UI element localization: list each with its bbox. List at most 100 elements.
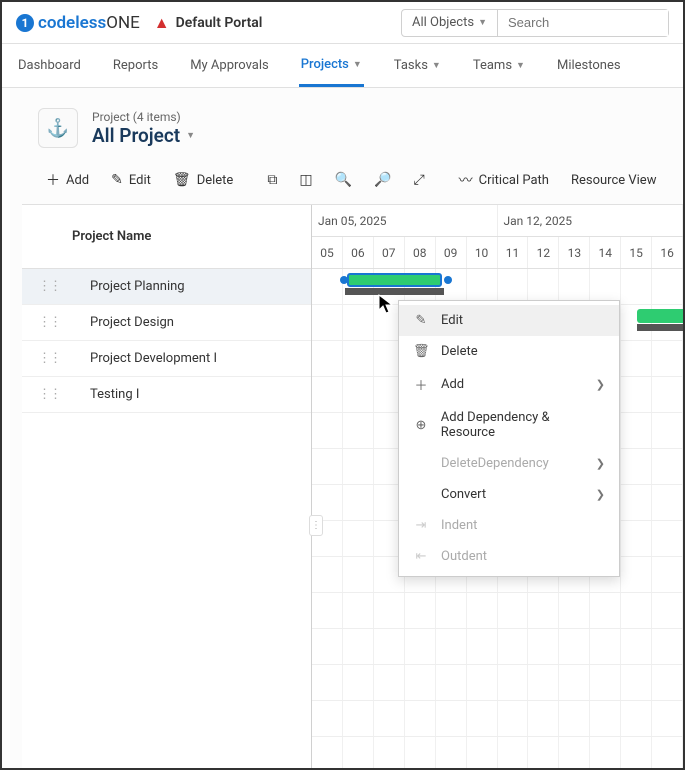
bar-start-handle[interactable]: [340, 276, 348, 284]
timeline-row[interactable]: [312, 737, 683, 768]
expand-icon: ⧉: [267, 172, 277, 188]
anchor-icon: ⚓: [38, 108, 78, 148]
app-logo[interactable]: 1 codelessONE: [16, 13, 140, 33]
timeline-row[interactable]: [312, 665, 683, 701]
nav-projects[interactable]: Projects ▼: [299, 45, 364, 87]
resource-view-button[interactable]: Resource View: [563, 169, 665, 192]
activity-icon: 〰: [459, 170, 473, 190]
portal-name: Default Portal: [176, 15, 263, 31]
search-scope-dropdown[interactable]: All Objects ▼: [402, 10, 498, 36]
delete-button[interactable]: 🗑Delete: [165, 168, 241, 192]
caret-down-icon: ▼: [186, 130, 195, 141]
chevron-right-icon: ❯: [596, 488, 605, 501]
task-row[interactable]: ⋮⋮Project Planning: [22, 269, 311, 305]
nav-label: Dashboard: [18, 58, 81, 73]
collapse-all-button[interactable]: ◫: [291, 168, 320, 192]
logo-mark-icon: 1: [16, 14, 34, 32]
day-header-cell: 11: [498, 237, 529, 268]
task-row[interactable]: ⋮⋮ Project Design: [22, 305, 311, 341]
cm-add[interactable]: ＋Add❯: [399, 367, 619, 402]
btn-label: Delete: [197, 173, 234, 188]
cm-label: Outdent: [441, 549, 487, 564]
plus-icon: ＋: [46, 170, 60, 190]
cm-delete[interactable]: 🗑 Delete: [399, 336, 619, 367]
caret-down-icon: ▼: [353, 59, 362, 70]
cm-convert[interactable]: Convert ❯: [399, 479, 619, 510]
context-menu: ✎Edit 🗑 Delete ＋Add❯ ⊕Add Dependency & Re…: [398, 300, 620, 577]
drag-handle-icon[interactable]: ⋮⋮: [38, 315, 60, 330]
cm-label: DeleteDependency: [441, 456, 549, 471]
column-header-name[interactable]: Project Name: [22, 205, 311, 269]
nav-label: My Approvals: [190, 58, 269, 73]
drag-handle-icon[interactable]: ⋮⋮: [38, 351, 60, 366]
cm-indent: ⇥Indent: [399, 510, 619, 541]
task-row[interactable]: ⋮⋮ Project Development I: [22, 341, 311, 377]
task-list-pane: Project Name ⋮⋮Project Planning ⋮⋮ Projec…: [22, 205, 312, 768]
bar-end-handle[interactable]: [444, 276, 452, 284]
nav-teams[interactable]: Teams ▼: [471, 46, 527, 85]
plus-icon: ＋: [413, 375, 429, 394]
outdent-icon: ⇤: [413, 549, 429, 564]
breadcrumb: Project (4 items): [92, 110, 195, 124]
nav-milestones[interactable]: Milestones: [555, 46, 623, 85]
expand-all-button[interactable]: ⧉: [259, 168, 285, 192]
btn-label: Critical Path: [479, 173, 549, 188]
edit-button[interactable]: ✎Edit: [103, 168, 159, 192]
logo-text: codeless: [38, 13, 106, 33]
day-header-cell: 14: [590, 237, 621, 268]
cm-add-dependency[interactable]: ⊕Add Dependency & Resource: [399, 402, 619, 448]
task-name: Project Design: [90, 315, 174, 330]
search-input[interactable]: [498, 10, 668, 36]
nav-my-approvals[interactable]: My Approvals: [188, 46, 271, 85]
trash-icon: 🗑: [413, 344, 429, 359]
day-header-cell: 09: [436, 237, 467, 268]
day-header-cell: 07: [374, 237, 405, 268]
chevron-right-icon: ❯: [596, 457, 605, 470]
nav-label: Projects: [301, 57, 349, 72]
task-name: Testing I: [90, 387, 139, 402]
timeline-row[interactable]: [312, 629, 683, 665]
page-header: ⚓ Project (4 items) All Project ▼: [22, 100, 683, 160]
drag-handle-icon[interactable]: ⋮⋮: [38, 279, 60, 294]
drag-handle-icon[interactable]: ⋮⋮: [38, 387, 60, 402]
nav-tasks[interactable]: Tasks▼: [392, 46, 443, 85]
nav-dashboard[interactable]: Dashboard: [16, 46, 83, 85]
cm-label: Delete: [441, 344, 478, 359]
nav-label: Reports: [113, 58, 158, 73]
timeline-row[interactable]: [312, 593, 683, 629]
logo-text: ONE: [106, 13, 140, 33]
cm-edit[interactable]: ✎Edit: [399, 305, 619, 336]
week-header: Jan 05, 2025: [312, 205, 498, 236]
caret-down-icon: ▼: [432, 60, 441, 71]
day-header-cell: 15: [621, 237, 652, 268]
cm-label: Convert: [441, 487, 486, 502]
zoom-in-icon: 🔍: [335, 172, 352, 188]
view-selector[interactable]: All Project ▼: [92, 124, 195, 147]
fit-button[interactable]: ⤢: [405, 168, 432, 192]
gantt-bar[interactable]: [637, 309, 683, 323]
cm-label: Add Dependency & Resource: [441, 410, 605, 440]
zoom-out-button[interactable]: 🔎: [366, 168, 399, 192]
zoom-in-button[interactable]: 🔍: [327, 168, 360, 192]
toolbar: ＋Add ✎Edit 🗑Delete ⧉ ◫ 🔍 🔎 ⤢ 〰 Critical P…: [22, 160, 683, 204]
caret-down-icon: ▼: [516, 60, 525, 71]
gantt-bar[interactable]: [347, 273, 442, 287]
top-bar: 1 codelessONE ▲ Default Portal All Objec…: [2, 2, 683, 44]
cm-delete-dependency: DeleteDependency ❯: [399, 448, 619, 479]
nav-label: Teams: [473, 58, 512, 73]
nav-reports[interactable]: Reports: [111, 46, 160, 85]
portal-selector[interactable]: ▲ Default Portal: [154, 13, 263, 33]
critical-path-button[interactable]: 〰 Critical Path: [451, 166, 557, 194]
btn-label: Resource View: [571, 173, 657, 188]
timeline-row[interactable]: [312, 701, 683, 737]
add-button[interactable]: ＋Add: [38, 166, 97, 194]
cm-label: Indent: [441, 518, 477, 533]
pane-splitter[interactable]: [312, 205, 320, 768]
nav-label: Milestones: [557, 58, 621, 73]
baseline-bar: [345, 288, 444, 295]
task-name: Project Development I: [90, 351, 217, 366]
cm-outdent: ⇤ Outdent: [399, 541, 619, 572]
portal-icon: ▲: [154, 13, 170, 33]
task-row[interactable]: ⋮⋮ Testing I: [22, 377, 311, 413]
pencil-icon: ✎: [413, 313, 429, 328]
